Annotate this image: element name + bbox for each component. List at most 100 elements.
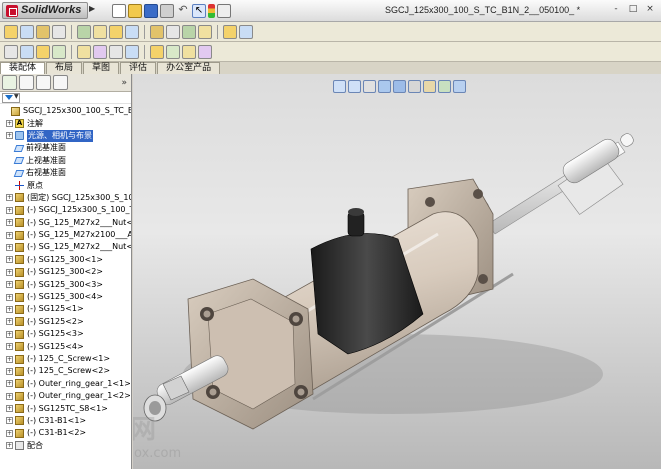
dim-xpert-icon[interactable] bbox=[53, 75, 68, 90]
insert-component-icon[interactable] bbox=[4, 25, 18, 39]
tree-item[interactable]: + (-) SG125_300<4> bbox=[0, 291, 131, 303]
select-arrow-icon[interactable]: ↖ bbox=[192, 4, 206, 18]
offset-icon[interactable] bbox=[166, 45, 180, 59]
mate-icon[interactable] bbox=[20, 25, 34, 39]
maximize-button[interactable]: □ bbox=[626, 3, 640, 16]
tree-item[interactable]: + (-) C31-B1<2> bbox=[0, 427, 131, 439]
expand-toggle-icon[interactable]: + bbox=[6, 281, 13, 289]
bill-of-materials-icon[interactable] bbox=[166, 25, 180, 39]
smart-fastener-icon[interactable] bbox=[52, 25, 66, 39]
tree-item[interactable]: + 光源、相机与布景 bbox=[0, 129, 131, 142]
trim-icon[interactable] bbox=[150, 45, 164, 59]
point-icon[interactable] bbox=[125, 45, 139, 59]
expand-toggle-icon[interactable]: + bbox=[6, 330, 13, 338]
spline-icon[interactable] bbox=[109, 45, 123, 59]
tree-item[interactable]: + (-) SG_125_M27x2100___A_ bbox=[0, 229, 131, 241]
tree-item[interactable]: + (-) SG125<4> bbox=[0, 340, 131, 352]
open-folder-icon[interactable] bbox=[128, 4, 142, 18]
expand-toggle-icon[interactable]: + bbox=[6, 206, 13, 214]
solidworks-logo-button[interactable]: SolidWorks bbox=[2, 2, 88, 19]
tree-item[interactable]: + (-) SG125TC_S8<1> bbox=[0, 402, 131, 414]
expand-toggle-icon[interactable]: + bbox=[6, 231, 13, 239]
tree-item[interactable]: SGCJ_125x300_100_S_TC_B1N_2 bbox=[0, 105, 131, 117]
circle-icon[interactable] bbox=[77, 45, 91, 59]
new-doc-icon[interactable] bbox=[112, 4, 126, 18]
tree-item[interactable]: + (-) 125_C_Screw<1> bbox=[0, 353, 131, 365]
expand-toggle-icon[interactable]: + bbox=[6, 132, 13, 140]
tree-item[interactable]: + (-) SG125_300<1> bbox=[0, 254, 131, 266]
expand-toggle-icon[interactable]: + bbox=[6, 442, 13, 450]
arc-icon[interactable] bbox=[93, 45, 107, 59]
feature-manager-icon[interactable] bbox=[2, 75, 17, 90]
tree-item[interactable]: + (-) SG125_300<3> bbox=[0, 278, 131, 290]
tree-item[interactable]: + (-) SG125<3> bbox=[0, 328, 131, 340]
tree-item[interactable]: + (-) SG_125_M27x2___Nut<2 bbox=[0, 241, 131, 253]
line-icon[interactable] bbox=[36, 45, 50, 59]
expand-toggle-icon[interactable]: + bbox=[6, 293, 13, 301]
tab-1[interactable]: 布局 bbox=[46, 62, 83, 74]
tab-4[interactable]: 办公室产品 bbox=[157, 62, 221, 74]
display-relations-icon[interactable] bbox=[198, 45, 212, 59]
tree-item[interactable]: + (-) SG125_300<2> bbox=[0, 266, 131, 278]
expand-toggle-icon[interactable]: + bbox=[6, 367, 13, 375]
expand-toggle-icon[interactable]: + bbox=[6, 305, 13, 313]
sketch-icon[interactable] bbox=[4, 45, 18, 59]
tree-item[interactable]: 原点 bbox=[0, 179, 131, 191]
interference-icon[interactable] bbox=[223, 25, 237, 39]
expand-toggle-icon[interactable]: + bbox=[6, 268, 13, 276]
exploded-view-icon[interactable] bbox=[182, 25, 196, 39]
expand-toggle-icon[interactable]: + bbox=[6, 243, 13, 251]
graphics-viewport[interactable]: 三维网 www.3dmox.com bbox=[133, 74, 661, 469]
tree-item[interactable]: + (-) SG125<2> bbox=[0, 316, 131, 328]
options-icon[interactable] bbox=[217, 4, 231, 18]
tree-item[interactable]: 上视基准面 bbox=[0, 155, 131, 167]
filter-dropdown[interactable] bbox=[2, 92, 20, 103]
expand-toggle-icon[interactable]: + bbox=[6, 392, 13, 400]
expand-toggle-icon[interactable]: + bbox=[6, 380, 13, 388]
reference-geometry-icon[interactable] bbox=[125, 25, 139, 39]
expand-toggle-icon[interactable]: + bbox=[6, 405, 13, 413]
new-motion-icon[interactable] bbox=[150, 25, 164, 39]
explode-line-icon[interactable] bbox=[198, 25, 212, 39]
tree-item[interactable]: 右视基准面 bbox=[0, 167, 131, 179]
tree-item[interactable]: + (-) SGCJ_125x300_S_100_T bbox=[0, 204, 131, 216]
cylinder-assembly-model[interactable] bbox=[133, 74, 661, 469]
tree-item[interactable]: + (固定) SGCJ_125x300_S_10 bbox=[0, 192, 131, 204]
mirror-icon[interactable] bbox=[182, 45, 196, 59]
configuration-manager-icon[interactable] bbox=[36, 75, 51, 90]
undo-icon[interactable]: ↶ bbox=[176, 4, 190, 18]
expand-toggle-icon[interactable]: + bbox=[6, 194, 13, 202]
print-icon[interactable] bbox=[160, 4, 174, 18]
rectangle-icon[interactable] bbox=[52, 45, 66, 59]
tree-item[interactable]: + (-) C31-B1<1> bbox=[0, 415, 131, 427]
minimize-button[interactable]: - bbox=[609, 3, 623, 16]
tree-item[interactable]: + (-) SG125<1> bbox=[0, 303, 131, 315]
tree-item[interactable]: + 配合 bbox=[0, 440, 131, 452]
smart-dimension-icon[interactable] bbox=[20, 45, 34, 59]
expand-toggle-icon[interactable]: + bbox=[6, 318, 13, 326]
move-component-icon[interactable] bbox=[77, 25, 91, 39]
hole-alignment-icon[interactable] bbox=[239, 25, 253, 39]
tree-item[interactable]: + (-) 125_C_Screw<2> bbox=[0, 365, 131, 377]
panel-expand-button[interactable]: » bbox=[121, 78, 127, 88]
close-button[interactable]: × bbox=[643, 3, 657, 16]
expand-toggle-icon[interactable]: + bbox=[6, 256, 13, 264]
linear-pattern-icon[interactable] bbox=[36, 25, 50, 39]
tree-item[interactable]: + (-) SG_125_M27x2___Nut<1 bbox=[0, 217, 131, 229]
tree-item[interactable]: + A 注解 bbox=[0, 117, 131, 129]
tree-item[interactable]: + (-) Outer_ring_gear_1<2> bbox=[0, 390, 131, 402]
menu-arrow-icon[interactable]: ▶ bbox=[89, 4, 95, 13]
expand-toggle-icon[interactable]: + bbox=[6, 355, 13, 363]
tree-item[interactable]: + (-) Outer_ring_gear_1<1> bbox=[0, 378, 131, 390]
tab-2[interactable]: 草图 bbox=[83, 62, 120, 74]
tab-0[interactable]: 装配体 bbox=[0, 62, 46, 74]
property-manager-icon[interactable] bbox=[19, 75, 34, 90]
expand-toggle-icon[interactable]: + bbox=[6, 343, 13, 351]
expand-toggle-icon[interactable]: + bbox=[6, 120, 13, 128]
expand-toggle-icon[interactable]: + bbox=[6, 429, 13, 437]
traffic-light-icon[interactable] bbox=[208, 4, 215, 18]
assembly-features-icon[interactable] bbox=[109, 25, 123, 39]
expand-toggle-icon[interactable]: + bbox=[6, 219, 13, 227]
show-hidden-icon[interactable] bbox=[93, 25, 107, 39]
tab-3[interactable]: 评估 bbox=[120, 62, 157, 74]
